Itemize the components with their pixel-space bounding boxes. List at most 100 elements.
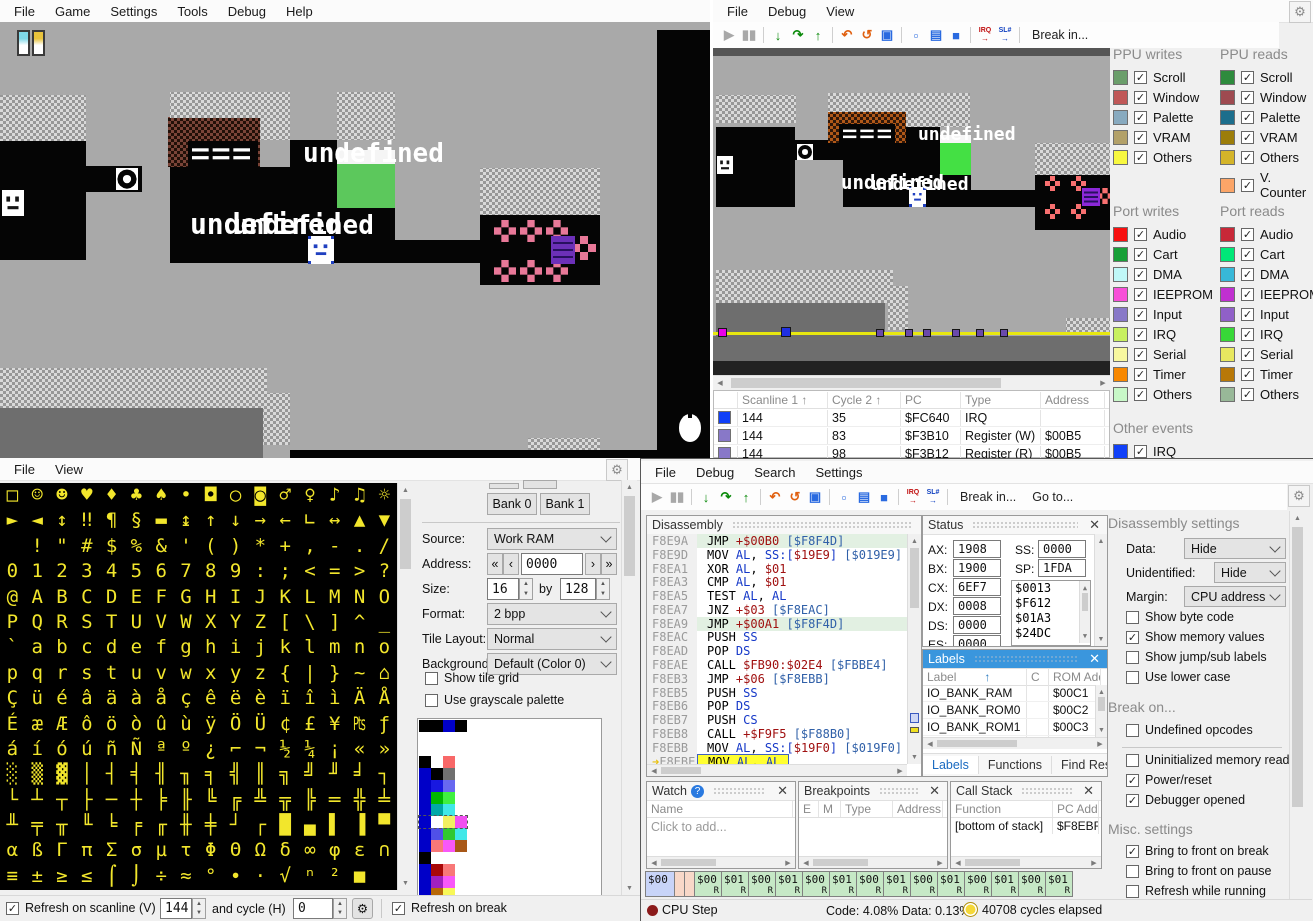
tile-glyph[interactable]: □: [0, 483, 25, 508]
palette-swatch[interactable]: [419, 876, 431, 888]
disasm-line[interactable]: F8E9AJMP +$00B0 [$F8F4D]: [647, 534, 907, 548]
tile-glyph[interactable]: ê: [198, 686, 223, 711]
checkbox[interactable]: ✓: [1134, 368, 1147, 381]
tile-glyph[interactable]: ,: [298, 534, 323, 559]
tile-glyph[interactable]: █: [273, 813, 298, 838]
tile-glyph[interactable]: :: [248, 559, 273, 584]
tile-glyph[interactable]: σ: [124, 838, 149, 863]
palette-swatch[interactable]: [419, 720, 431, 732]
tile-glyph[interactable]: á: [0, 737, 25, 762]
tile-glyph[interactable]: ↑: [198, 508, 223, 533]
tile-glyph[interactable]: <: [298, 559, 323, 584]
checkbox[interactable]: ✓: [1134, 248, 1147, 261]
tile-glyph[interactable]: ú: [74, 737, 99, 762]
tile-glyph[interactable]: x: [198, 661, 223, 686]
column-header[interactable]: Scanline 1 ↑: [738, 392, 828, 408]
tile-glyph[interactable]: 4: [99, 559, 124, 584]
break-on-scanline-icon[interactable]: SL#→: [995, 26, 1015, 44]
tile-glyph[interactable]: ▌: [322, 813, 347, 838]
palette-swatch[interactable]: [443, 840, 455, 852]
register-input[interactable]: 1900: [953, 559, 1001, 577]
cycle-spinner[interactable]: ▲▼: [333, 898, 347, 919]
checkbox[interactable]: ✓: [1134, 111, 1147, 124]
tile-glyph[interactable]: ⌠: [99, 864, 124, 889]
tile-glyph[interactable]: ▄: [298, 813, 323, 838]
menu-tools[interactable]: Tools: [167, 1, 217, 22]
palette-swatch[interactable]: [419, 756, 431, 768]
tile-glyph[interactable]: ?: [372, 559, 397, 584]
tile-glyph[interactable]: │: [74, 762, 99, 787]
bank-0-button[interactable]: Bank 0: [487, 493, 537, 515]
callstack-row[interactable]: [bottom of stack]$F8EBF: [951, 818, 1101, 834]
tile-glyph[interactable]: t: [99, 661, 124, 686]
tile-glyph[interactable]: ╢: [149, 762, 174, 787]
tile-glyph[interactable]: ¬: [248, 737, 273, 762]
tile-glyph[interactable]: M: [322, 585, 347, 610]
disasm-line[interactable]: F8EB7PUSH CS: [647, 713, 907, 727]
run-frame-icon[interactable]: ▣: [805, 488, 825, 506]
tile-glyph[interactable]: Ö: [223, 712, 248, 737]
column-header[interactable]: Address: [893, 801, 943, 817]
address-prev-button[interactable]: ‹: [503, 553, 519, 575]
tile-glyph[interactable]: a: [25, 635, 50, 660]
checkbox[interactable]: [1126, 724, 1139, 737]
tile-glyph[interactable]: s: [74, 661, 99, 686]
frame-view-2-icon[interactable]: ▤: [926, 26, 946, 44]
tile-grid[interactable]: □☺☻♥♦♣♠•◘○◙♂♀♪♫☼►◄↕‼¶§▬↨↑↓→←∟↔▲▼ !"#$%&'…: [0, 483, 397, 890]
tile-glyph[interactable]: Ü: [248, 712, 273, 737]
tile-glyph[interactable]: Ω: [248, 838, 273, 863]
tile-glyph[interactable]: >: [347, 559, 372, 584]
tile-glyph[interactable]: S: [74, 610, 99, 635]
mem-cell[interactable]: $00R: [964, 871, 992, 897]
tile-glyph[interactable]: ó: [50, 737, 75, 762]
tile-glyph[interactable]: ╜: [322, 762, 347, 787]
tile-glyph[interactable]: ↨: [174, 508, 199, 533]
bank-button-clipped[interactable]: [489, 483, 519, 489]
scroll-down-arrow-icon[interactable]: ▼: [1095, 632, 1107, 646]
tile-glyph[interactable]: -: [322, 534, 347, 559]
tile-glyph[interactable]: y: [223, 661, 248, 686]
frame-view-2-icon[interactable]: ▤: [854, 488, 874, 506]
palette-swatch[interactable]: [443, 864, 455, 876]
tile-glyph[interactable]: ô: [74, 712, 99, 737]
tile-glyph[interactable]: Θ: [223, 838, 248, 863]
tile-glyph[interactable]: ≤: [74, 864, 99, 889]
tile-glyph[interactable]: V: [149, 610, 174, 635]
scroll-down-arrow-icon[interactable]: ▼: [1096, 723, 1107, 737]
scroll-right-arrow-icon[interactable]: ▶: [781, 857, 795, 868]
tile-glyph[interactable]: ¢: [273, 712, 298, 737]
palette-swatch[interactable]: [431, 720, 443, 732]
checkbox[interactable]: ✓: [1241, 248, 1254, 261]
tile-glyph[interactable]: µ: [149, 838, 174, 863]
tile-glyph[interactable]: $: [99, 534, 124, 559]
mem-cell[interactable]: $01R: [937, 871, 965, 897]
disasm-line[interactable]: F8E9DMOV AL, SS:[$19E9] [$019E9]: [647, 548, 907, 562]
tile-glyph[interactable]: @: [0, 585, 25, 610]
tile-glyph[interactable]: ": [50, 534, 75, 559]
checkbox[interactable]: ✓: [1241, 111, 1254, 124]
tile-glyph[interactable]: ═: [322, 788, 347, 813]
address-first-button[interactable]: «: [487, 553, 503, 575]
tile-glyph[interactable]: ▒: [25, 762, 50, 787]
palette-swatch[interactable]: [419, 864, 431, 876]
tile-glyph[interactable]: §: [124, 508, 149, 533]
stack-listbox[interactable]: $0013$F612$01A3$24DC▲▼: [1011, 580, 1091, 646]
tile-glyph[interactable]: Ñ: [124, 737, 149, 762]
watch-add-row[interactable]: Click to add...: [651, 820, 727, 834]
tile-glyph[interactable]: [0, 534, 25, 559]
tile-glyph[interactable]: ╧: [372, 788, 397, 813]
mem-cell[interactable]: $01R: [721, 871, 749, 897]
setting-dropdown[interactable]: Hide: [1214, 562, 1286, 583]
bank-1-button[interactable]: Bank 1: [540, 493, 590, 515]
address-input[interactable]: 0000: [521, 553, 583, 575]
palette-swatch[interactable]: [419, 852, 431, 864]
tile-glyph[interactable]: æ: [25, 712, 50, 737]
tile-glyph[interactable]: ♣: [124, 483, 149, 508]
column-header[interactable]: Cycle 2 ↑: [828, 392, 901, 408]
settings-gear-icon[interactable]: ⚙: [1289, 1, 1311, 23]
tile-glyph[interactable]: R: [50, 610, 75, 635]
register-input[interactable]: 6EF7: [953, 578, 1001, 596]
break-on-irq-icon[interactable]: IRQ→: [975, 26, 995, 44]
tile-glyph[interactable]: ↔: [322, 508, 347, 533]
column-header[interactable]: Type: [841, 801, 893, 817]
